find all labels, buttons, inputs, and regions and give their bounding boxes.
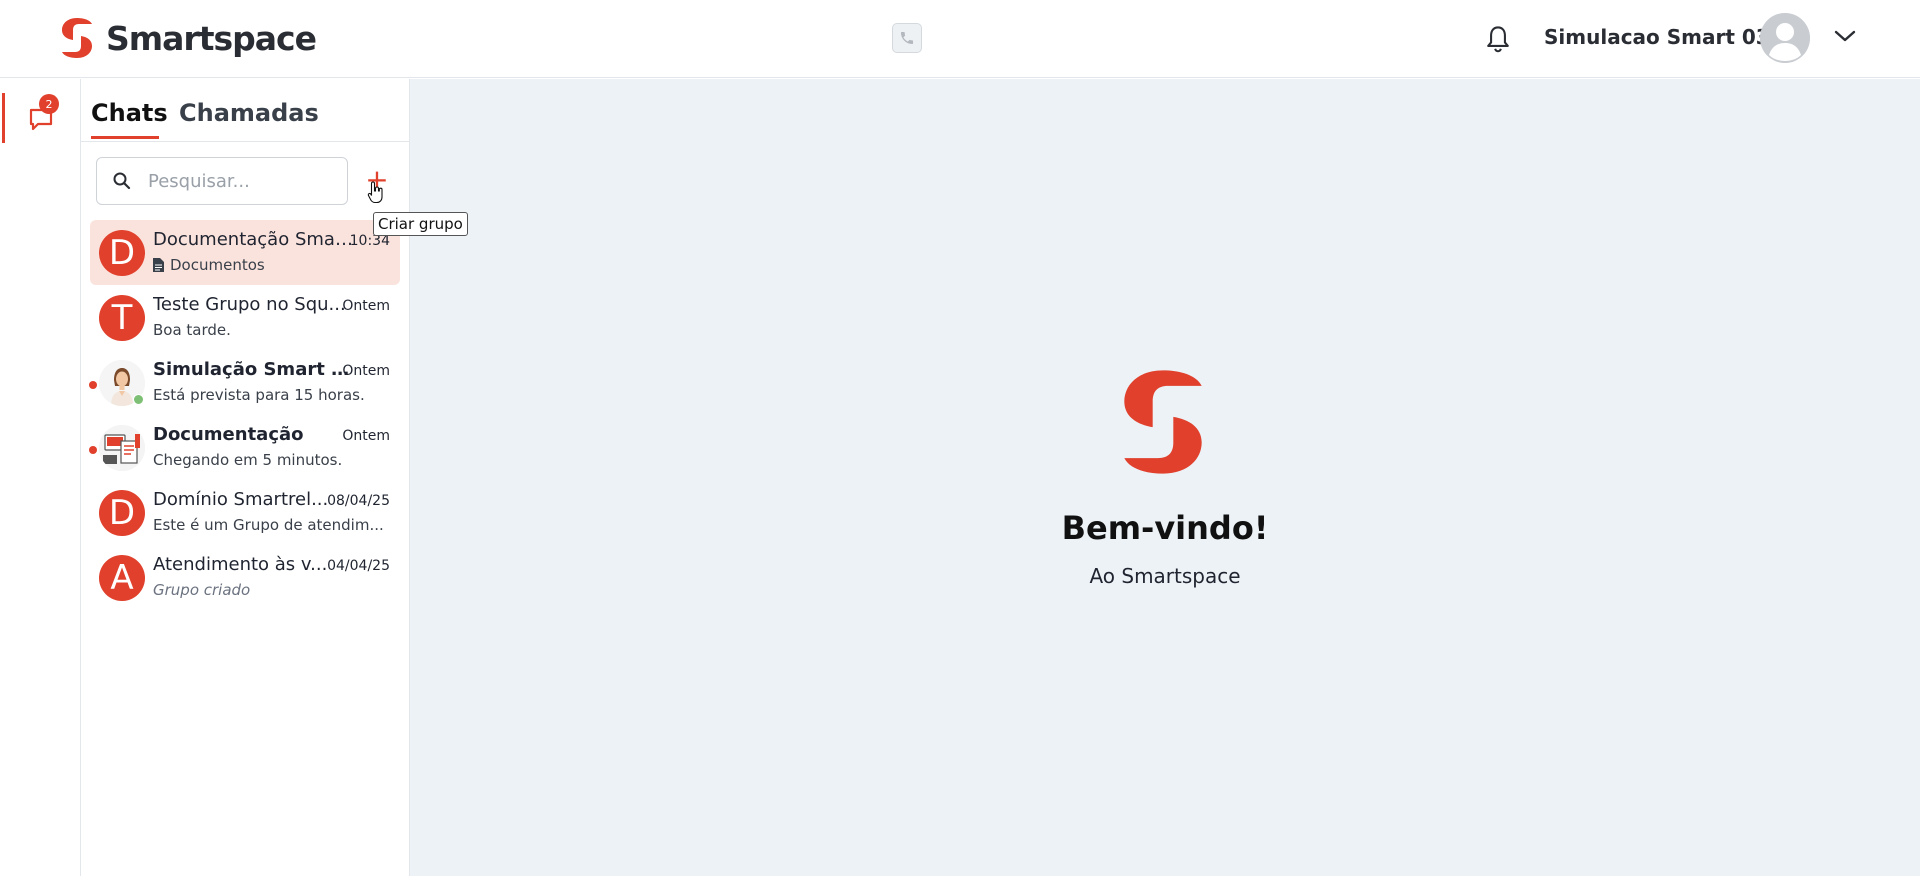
chat-preview: Este é um Grupo de atendim... xyxy=(153,516,383,534)
search-box xyxy=(96,157,348,205)
chat-name: Documentação Smar... xyxy=(153,229,353,250)
rail-active-indicator xyxy=(2,93,5,143)
welcome-subtitle: Ao Smartspace xyxy=(1089,564,1241,588)
call-button[interactable] xyxy=(892,23,922,53)
chat-list-item[interactable]: Simulação Smart 02 Ontem Está prevista p… xyxy=(89,350,400,415)
bell-icon[interactable] xyxy=(1484,24,1512,54)
chat-preview: Boa tarde. xyxy=(153,321,231,339)
smartspace-logo-icon xyxy=(1124,370,1202,474)
chat-time: Ontem xyxy=(342,363,390,379)
chat-preview: Está prevista para 15 horas. xyxy=(153,386,365,404)
chat-list-item[interactable]: Documentação Ontem Chegando em 5 minutos… xyxy=(89,415,400,480)
chat-list-item[interactable]: D Documentação Smar... 10:34 Documentos xyxy=(90,220,400,285)
chat-avatar: D xyxy=(99,230,145,276)
chat-list-item[interactable]: A Atendimento às v... 04/04/25 Grupo cri… xyxy=(90,545,400,610)
chat-name: Simulação Smart 02 xyxy=(153,359,353,380)
welcome-title: Bem-vindo! xyxy=(1061,509,1269,547)
smartspace-logo-icon xyxy=(62,18,92,58)
hand-cursor-icon xyxy=(367,181,383,204)
chat-time: 08/04/25 xyxy=(327,493,390,509)
active-tab-underline xyxy=(91,136,159,139)
chat-list-item[interactable]: T Teste Grupo no Squ... Ontem Boa tarde. xyxy=(90,285,400,350)
chat-name: Atendimento às v... xyxy=(153,554,328,575)
chat-preview-text: Documentos xyxy=(170,256,265,274)
left-rail: 2 xyxy=(0,79,81,876)
user-avatar[interactable] xyxy=(1760,13,1810,63)
user-avatar-icon xyxy=(1760,13,1810,63)
chat-unread-badge: 2 xyxy=(39,94,59,114)
chat-preview: Documentos xyxy=(153,256,383,274)
user-name[interactable]: Simulacao Smart 03 xyxy=(1544,25,1770,49)
chat-name: Documentação xyxy=(153,424,304,445)
chat-avatar: T xyxy=(99,295,145,341)
chat-avatar: A xyxy=(99,555,145,601)
chat-preview: Grupo criado xyxy=(153,581,251,599)
tab-calls[interactable]: Chamadas xyxy=(179,99,319,127)
create-group-tooltip: Criar grupo xyxy=(373,212,468,236)
chat-time: 04/04/25 xyxy=(327,558,390,574)
top-bar: Smartspace Simulacao Smart 03 xyxy=(0,0,1920,78)
chat-time: Ontem xyxy=(342,428,390,444)
documentation-avatar-icon xyxy=(99,425,145,471)
chat-preview: Chegando em 5 minutos. xyxy=(153,451,343,469)
tab-chats[interactable]: Chats xyxy=(91,99,168,127)
brand-name: Smartspace xyxy=(106,18,317,58)
chat-avatar-photo xyxy=(99,425,145,471)
phone-icon xyxy=(901,32,913,44)
chat-panel: Chats Chamadas + Criar grupo D Documenta… xyxy=(81,79,468,876)
brand-logo[interactable]: Smartspace xyxy=(58,16,317,60)
search-input[interactable] xyxy=(148,170,328,192)
chevron-down-icon[interactable] xyxy=(1834,28,1856,44)
main-content: Bem-vindo! Ao Smartspace xyxy=(410,79,1920,876)
tab-bar: Chats Chamadas xyxy=(81,79,410,142)
online-status-dot xyxy=(133,394,144,405)
chat-list: D Documentação Smar... 10:34 Documentos … xyxy=(89,220,400,610)
chat-list-item[interactable]: D Domínio Smartrel... 08/04/25 Este é um… xyxy=(90,480,400,545)
chat-time: Ontem xyxy=(342,298,390,314)
chat-name: Teste Grupo no Squ... xyxy=(153,294,346,315)
chat-name: Domínio Smartrel... xyxy=(153,489,329,510)
search-icon xyxy=(113,172,131,190)
unread-dot xyxy=(89,446,97,454)
chat-avatar: D xyxy=(99,490,145,536)
document-icon xyxy=(153,258,164,272)
unread-dot xyxy=(89,381,97,389)
